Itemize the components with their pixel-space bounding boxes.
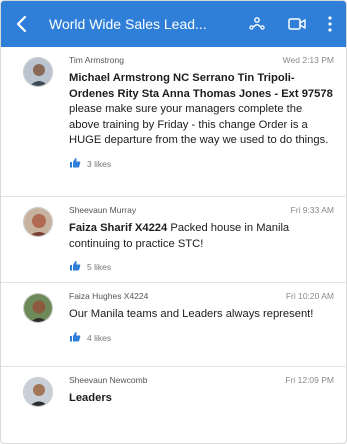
chat-screen: World Wide Sales Lead... Tim Armstrong W… bbox=[0, 0, 347, 444]
author-name[interactable]: Tim Armstrong bbox=[69, 55, 124, 65]
like-count: 5 likes bbox=[87, 262, 112, 272]
more-vertical-icon[interactable] bbox=[328, 1, 332, 47]
timestamp: Fri 12:09 PM bbox=[285, 375, 334, 385]
timestamp: Fri 9:33 AM bbox=[290, 205, 334, 215]
app-bar: World Wide Sales Lead... bbox=[1, 1, 346, 47]
author-name[interactable]: Sheevaun Newcomb bbox=[69, 375, 147, 385]
message-body: please make sure your managers complete … bbox=[69, 103, 329, 146]
message-item[interactable]: Sheevaun Murray Fri 9:33 AM Faiza Sharif… bbox=[1, 197, 346, 283]
like-count: 4 likes bbox=[87, 332, 112, 343]
message-text: Our Manila teams and Leaders always repr… bbox=[69, 307, 334, 323]
video-call-icon[interactable] bbox=[288, 1, 306, 47]
timestamp: Wed 2:13 PM bbox=[282, 55, 334, 65]
message-item[interactable]: Sheevaun Newcomb Fri 12:09 PM Leaders bbox=[1, 367, 346, 443]
thumbs-up-icon[interactable] bbox=[69, 258, 81, 276]
message-text: Michael Armstrong NC Serrano Tin Tripoli… bbox=[69, 71, 334, 149]
mention[interactable]: Leaders bbox=[69, 392, 112, 404]
avatar[interactable] bbox=[23, 293, 53, 323]
like-count: 3 likes bbox=[87, 158, 112, 169]
message-item[interactable]: Faiza Hughes X4224 Fri 10:20 AM Our Mani… bbox=[1, 283, 346, 367]
avatar[interactable] bbox=[23, 207, 53, 237]
avatar[interactable] bbox=[23, 57, 53, 87]
conversation-title[interactable]: World Wide Sales Lead... bbox=[49, 16, 209, 32]
author-name[interactable]: Faiza Hughes X4224 bbox=[69, 291, 148, 301]
thumbs-up-icon[interactable] bbox=[69, 155, 81, 173]
message-feed[interactable]: Tim Armstrong Wed 2:13 PM Michael Armstr… bbox=[1, 47, 346, 443]
avatar[interactable] bbox=[23, 377, 53, 407]
timestamp: Fri 10:20 AM bbox=[285, 291, 334, 301]
message-item[interactable]: Tim Armstrong Wed 2:13 PM Michael Armstr… bbox=[1, 47, 346, 197]
mention[interactable]: Michael Armstrong NC Serrano Tin Tripoli… bbox=[69, 72, 333, 100]
mention[interactable]: Faiza Sharif X4224 bbox=[69, 222, 167, 234]
back-arrow-icon[interactable] bbox=[1, 1, 41, 47]
app-bar-actions bbox=[248, 1, 346, 47]
author-name[interactable]: Sheevaun Murray bbox=[69, 205, 136, 215]
message-text: Faiza Sharif X4224 Packed house in Manil… bbox=[69, 221, 334, 252]
message-text: Leaders bbox=[69, 391, 334, 407]
message-body: Our Manila teams and Leaders always repr… bbox=[69, 308, 314, 320]
thumbs-up-icon[interactable] bbox=[69, 329, 81, 347]
people-icon[interactable] bbox=[248, 1, 266, 47]
